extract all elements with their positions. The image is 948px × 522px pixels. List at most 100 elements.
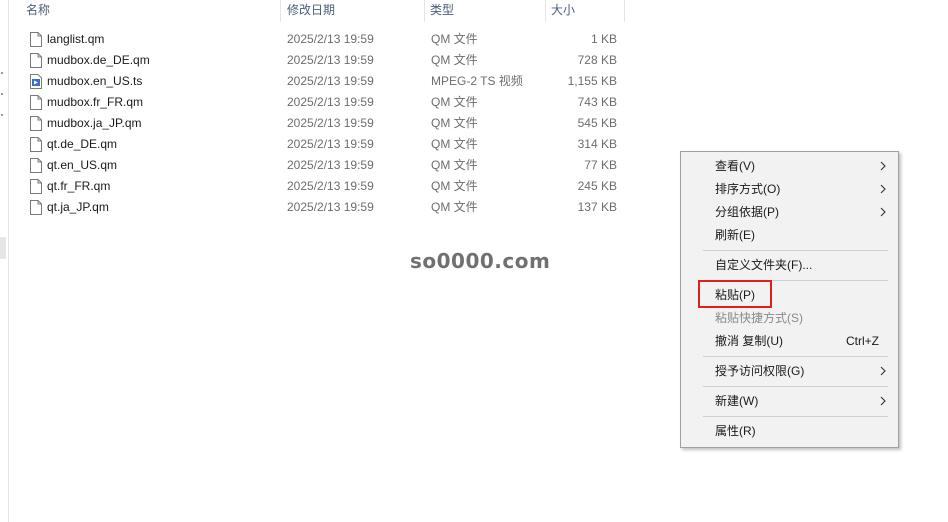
menu-item-label: 授予访问权限(G) xyxy=(715,364,805,378)
file-row[interactable]: qt.fr_FR.qm 2025/2/13 19:59 QM 文件 245 KB xyxy=(26,176,626,197)
nav-expand-icon[interactable] xyxy=(1,114,3,116)
chevron-right-icon xyxy=(880,396,886,406)
file-size: 77 KB xyxy=(584,158,617,172)
column-divider[interactable] xyxy=(624,0,625,22)
menu-item-label: 排序方式(O) xyxy=(715,182,781,196)
column-divider[interactable] xyxy=(545,0,546,22)
file-date-modified: 2025/2/13 19:59 xyxy=(287,116,374,130)
menu-separator xyxy=(703,250,888,251)
column-header-name[interactable]: 名称 xyxy=(26,2,50,20)
file-size: 137 KB xyxy=(577,200,617,214)
document-icon xyxy=(30,200,42,215)
menu-item-view[interactable]: 查看(V) xyxy=(681,155,898,177)
file-row[interactable]: qt.ja_JP.qm 2025/2/13 19:59 QM 文件 137 KB xyxy=(26,197,626,218)
file-row[interactable]: langlist.qm 2025/2/13 19:59 QM 文件 1 KB xyxy=(26,29,626,50)
menu-item-new[interactable]: 新建(W) xyxy=(681,390,898,412)
file-row[interactable]: mudbox.en_US.ts 2025/2/13 19:59 MPEG-2 TS … xyxy=(26,71,626,92)
keyboard-shortcut: Ctrl+Z xyxy=(846,334,879,348)
menu-item-customize-folder[interactable]: 自定义文件夹(F)... xyxy=(681,254,898,276)
file-type: QM 文件 xyxy=(431,200,478,214)
file-row[interactable]: mudbox.fr_FR.qm 2025/2/13 19:59 QM 文件 743 K… xyxy=(26,92,626,113)
column-divider[interactable] xyxy=(280,0,281,22)
file-name: mudbox.ja_JP.qm xyxy=(47,116,142,130)
file-type: QM 文件 xyxy=(431,179,478,193)
document-icon xyxy=(30,32,42,47)
chevron-right-icon xyxy=(880,184,886,194)
nav-expand-icon[interactable] xyxy=(1,93,3,95)
file-type: QM 文件 xyxy=(431,95,478,109)
document-icon xyxy=(30,179,42,194)
file-date-modified: 2025/2/13 19:59 xyxy=(287,95,374,109)
video-file-icon xyxy=(30,74,42,89)
file-name: mudbox.fr_FR.qm xyxy=(47,95,144,109)
document-icon xyxy=(30,53,42,68)
menu-item-label: 属性(R) xyxy=(715,424,756,438)
column-header-bar: 名称 修改日期 类型 大小 xyxy=(8,0,628,22)
file-type: QM 文件 xyxy=(431,32,478,46)
menu-item-group-by[interactable]: 分组依据(P) xyxy=(681,201,898,223)
menu-item-label: 刷新(E) xyxy=(715,228,755,242)
menu-separator xyxy=(703,386,888,387)
file-size: 245 KB xyxy=(577,179,617,193)
document-icon xyxy=(30,95,42,110)
menu-item-give-access[interactable]: 授予访问权限(G) xyxy=(681,360,898,382)
file-date-modified: 2025/2/13 19:59 xyxy=(287,32,374,46)
menu-item-label: 撤消 复制(U) xyxy=(715,334,783,348)
file-type: QM 文件 xyxy=(431,137,478,151)
file-row[interactable]: qt.en_US.qm 2025/2/13 19:59 QM 文件 77 KB xyxy=(26,155,626,176)
file-name: qt.ja_JP.qm xyxy=(47,200,109,214)
menu-separator xyxy=(703,356,888,357)
file-date-modified: 2025/2/13 19:59 xyxy=(287,74,374,88)
file-size: 728 KB xyxy=(577,53,617,67)
menu-item-label: 粘贴快捷方式(S) xyxy=(715,311,803,325)
file-name: mudbox.en_US.ts xyxy=(47,74,143,88)
column-header-type[interactable]: 类型 xyxy=(430,2,454,20)
column-divider[interactable] xyxy=(424,0,425,22)
file-name: mudbox.de_DE.qm xyxy=(47,53,150,67)
scrollbar-thumb[interactable] xyxy=(0,237,6,259)
file-name: langlist.qm xyxy=(47,32,105,46)
menu-item-refresh[interactable]: 刷新(E) xyxy=(681,224,898,246)
menu-item-paste-shortcut: 粘贴快捷方式(S) xyxy=(681,307,898,329)
file-size: 1 KB xyxy=(590,32,617,46)
file-row[interactable]: mudbox.de_DE.qm 2025/2/13 19:59 QM 文件 728 K… xyxy=(26,50,626,71)
file-date-modified: 2025/2/13 19:59 xyxy=(287,137,374,151)
document-icon xyxy=(30,158,42,173)
menu-item-label: 查看(V) xyxy=(715,159,755,173)
file-name: qt.de_DE.qm xyxy=(47,137,118,151)
menu-item-undo-copy[interactable]: 撤消 复制(U) Ctrl+Z xyxy=(681,330,898,352)
menu-item-label: 分组依据(P) xyxy=(715,205,779,219)
file-row[interactable]: qt.de_DE.qm 2025/2/13 19:59 QM 文件 314 KB xyxy=(26,134,626,155)
watermark: so0000.com xyxy=(410,249,551,273)
file-date-modified: 2025/2/13 19:59 xyxy=(287,179,374,193)
column-header-date[interactable]: 修改日期 xyxy=(287,2,335,20)
menu-item-label: 自定义文件夹(F)... xyxy=(715,258,813,272)
file-type: MPEG-2 TS 视频 xyxy=(431,74,523,88)
menu-item-sort-by[interactable]: 排序方式(O) xyxy=(681,178,898,200)
file-size: 314 KB xyxy=(577,137,617,151)
file-type: QM 文件 xyxy=(431,53,478,67)
nav-expand-icon[interactable] xyxy=(1,72,3,74)
chevron-right-icon xyxy=(880,366,886,376)
chevron-right-icon xyxy=(880,161,886,171)
file-size: 545 KB xyxy=(577,116,617,130)
menu-separator xyxy=(703,416,888,417)
file-type: QM 文件 xyxy=(431,158,478,172)
file-date-modified: 2025/2/13 19:59 xyxy=(287,200,374,214)
file-row[interactable]: mudbox.ja_JP.qm 2025/2/13 19:59 QM 文件 545 K… xyxy=(26,113,626,134)
file-size: 1,155 KB xyxy=(567,74,617,88)
menu-item-label: 新建(W) xyxy=(715,394,759,408)
highlight-box xyxy=(698,280,772,308)
document-icon xyxy=(30,116,42,131)
document-icon xyxy=(30,137,42,152)
chevron-right-icon xyxy=(880,207,886,217)
menu-item-properties[interactable]: 属性(R) xyxy=(681,420,898,442)
navigation-pane-edge xyxy=(0,0,9,522)
column-header-size[interactable]: 大小 xyxy=(551,2,575,20)
file-size: 743 KB xyxy=(577,95,617,109)
file-type: QM 文件 xyxy=(431,116,478,130)
file-name: qt.en_US.qm xyxy=(47,158,118,172)
file-date-modified: 2025/2/13 19:59 xyxy=(287,158,374,172)
file-date-modified: 2025/2/13 19:59 xyxy=(287,53,374,67)
file-name: qt.fr_FR.qm xyxy=(47,179,111,193)
